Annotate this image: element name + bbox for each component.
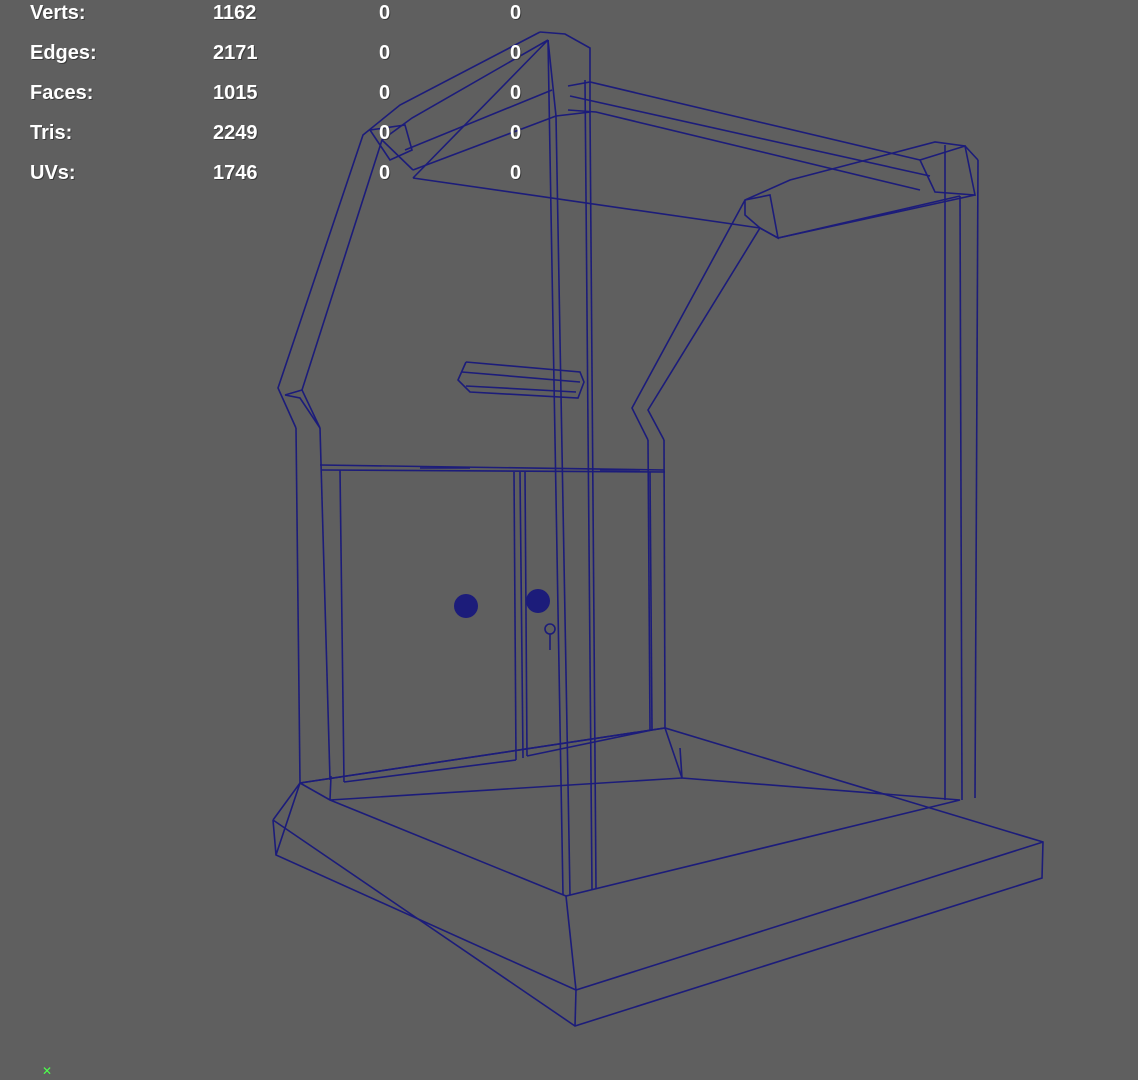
hud-label: Tris: [30,122,73,144]
hud-total: 2171 [213,42,258,64]
door-knob-right [526,589,550,613]
hud-selected: 0 [379,2,391,24]
base-platform [272,727,1044,1027]
double-doors [339,469,653,783]
hud-selected: 0 [379,122,391,144]
hud-component: 0 [510,122,522,144]
hud-label: Verts: [30,2,86,24]
hud-label: UVs: [30,162,76,184]
keyhole [544,623,556,635]
hud-component: 0 [510,82,522,104]
hud-component: 0 [510,2,522,24]
hud-component: 0 [510,42,522,64]
front-handle [457,361,585,399]
center-post [539,31,597,896]
hud-component: 0 [510,162,522,184]
wireframe-model[interactable] [0,0,1138,1080]
right-frame [631,141,979,801]
3d-viewport[interactable]: Verts: 1162 0 0 Edges: 2171 0 0 Faces: 1… [0,0,1138,1080]
hud-total: 1015 [213,82,258,104]
hud-selected: 0 [379,42,391,64]
hud-selected: 0 [379,82,391,104]
hud-label: Edges: [30,42,97,64]
door-knob-left [454,594,478,618]
hud-selected: 0 [379,162,391,184]
hud-total: 2249 [213,122,258,144]
hud-total: 1746 [213,162,258,184]
hud-total: 1162 [213,2,257,24]
counter-shelf [319,464,666,473]
hud-label: Faces: [30,82,94,104]
